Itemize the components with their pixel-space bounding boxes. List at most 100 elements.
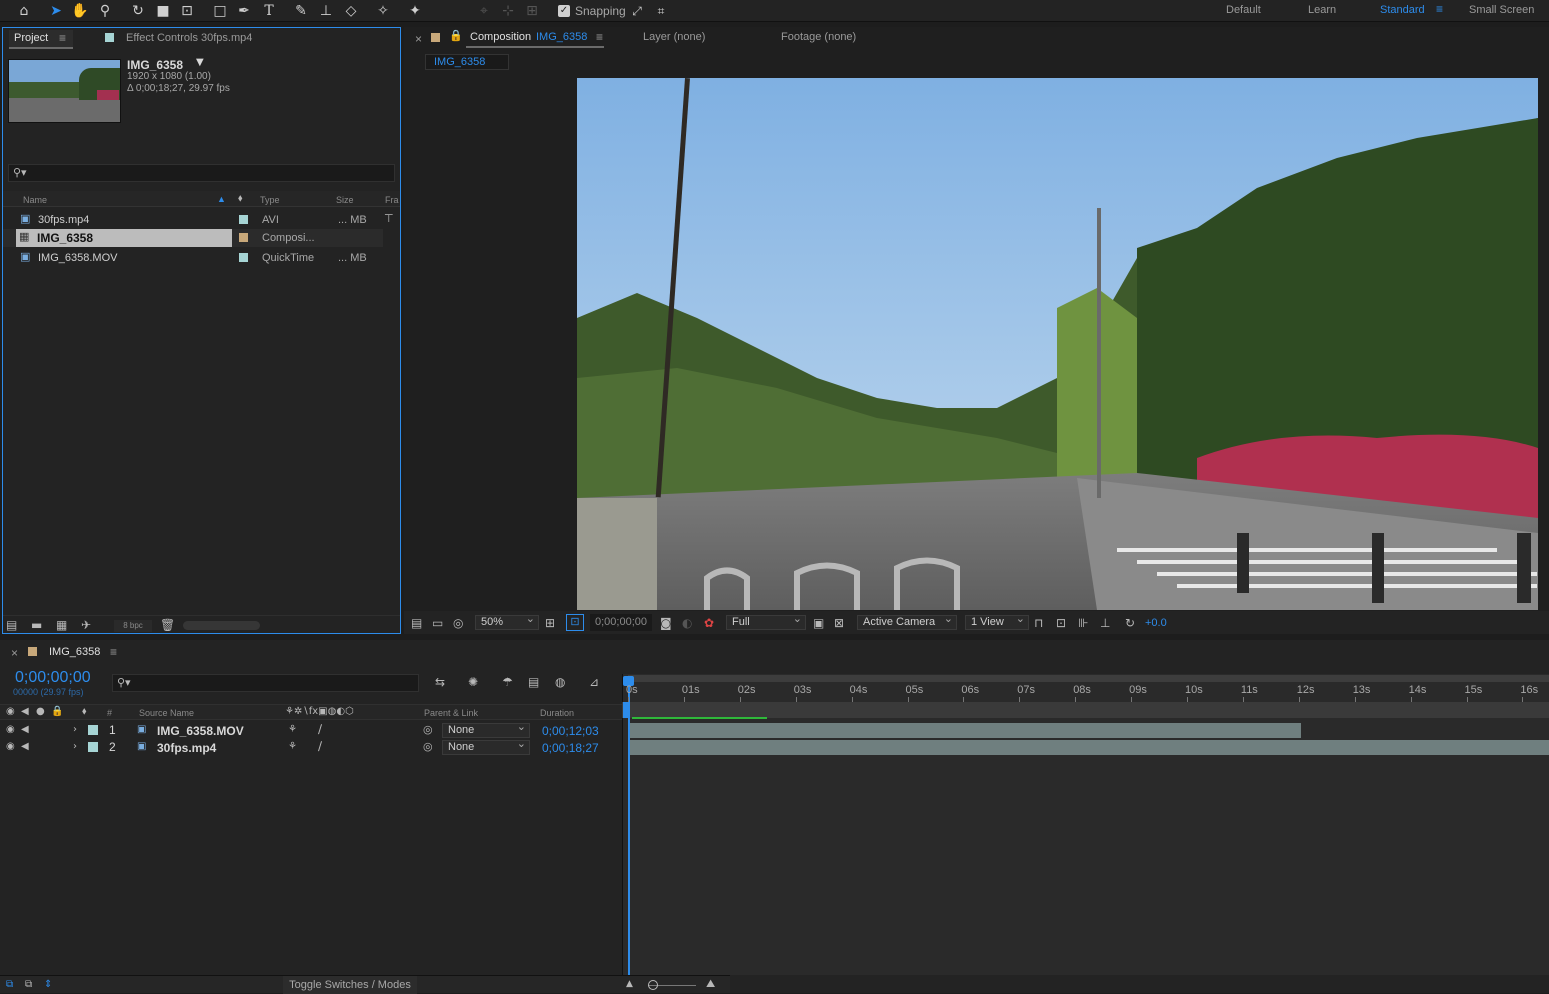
- pick-whip-icon[interactable]: ◎: [423, 723, 433, 737]
- lock-column-icon[interactable]: 🔒: [51, 705, 63, 719]
- expand-chevron-icon[interactable]: ›: [73, 723, 77, 737]
- workspace-menu-icon[interactable]: ≡: [1436, 2, 1443, 16]
- playhead[interactable]: [628, 680, 630, 975]
- project-item-row[interactable]: ▣ IMG_6358.MOV QuickTime ... MB: [3, 249, 400, 267]
- solo-icon[interactable]: ●: [36, 705, 45, 719]
- view-layout-select[interactable]: 1 View: [965, 613, 1029, 630]
- close-tab-icon[interactable]: ×: [415, 32, 422, 46]
- comp-breadcrumb[interactable]: IMG_6358: [425, 54, 509, 70]
- workspace-small-screen[interactable]: Small Screen: [1469, 4, 1534, 16]
- in-out-icon[interactable]: ⇕: [44, 978, 52, 992]
- always-preview-icon[interactable]: ▤: [411, 616, 422, 630]
- label-column-icon[interactable]: ⬧: [238, 192, 243, 206]
- layer-switches-icon[interactable]: ⧉: [6, 978, 13, 992]
- eye-icon[interactable]: ◉: [6, 740, 15, 754]
- parent-select[interactable]: None: [442, 738, 530, 755]
- snapping-checkbox[interactable]: ✓: [558, 5, 570, 17]
- brush-tool-icon[interactable]: ✎: [291, 1, 311, 21]
- layer-duration-bar[interactable]: [630, 740, 1549, 755]
- snapshot-camera-icon[interactable]: ◙: [660, 616, 672, 630]
- monitor-icon[interactable]: ▭: [432, 616, 443, 630]
- trash-icon[interactable]: 🗑: [160, 618, 175, 632]
- timeline-icon[interactable]: ⊪: [1078, 616, 1088, 630]
- tab-footage[interactable]: Footage (none): [781, 31, 856, 43]
- layer-label-swatch[interactable]: [88, 725, 98, 735]
- snap-features-icon[interactable]: ⌗: [651, 1, 671, 21]
- puppet-pin-tool-icon[interactable]: ✦: [405, 1, 425, 21]
- toggle-pixel-aspect-icon[interactable]: ⊓: [1034, 616, 1043, 630]
- workspace-learn[interactable]: Learn: [1308, 4, 1336, 16]
- parent-select[interactable]: None: [442, 721, 530, 738]
- workspace-standard[interactable]: Standard: [1380, 4, 1425, 16]
- project-item-row-selected[interactable]: ▦ IMG_6358 Composi...: [3, 229, 383, 247]
- selection-tool-icon[interactable]: ➤: [46, 1, 66, 21]
- clone-stamp-tool-icon[interactable]: ⊥: [316, 1, 336, 21]
- eye-icon[interactable]: ◉: [6, 723, 15, 737]
- col-size[interactable]: Size: [336, 195, 354, 205]
- pan-behind-tool-icon[interactable]: ⊡: [177, 1, 197, 21]
- roto-brush-tool-icon[interactable]: ✧: [373, 1, 393, 21]
- expand-chevron-icon[interactable]: ›: [73, 740, 77, 754]
- layer-duration-bar[interactable]: [630, 723, 1301, 738]
- selected-item-dropdown-icon[interactable]: ▼: [196, 57, 204, 68]
- layer-name[interactable]: IMG_6358.MOV: [157, 724, 244, 738]
- flowchart-icon[interactable]: ⊤: [384, 212, 394, 226]
- flowchart-view-icon[interactable]: ⊥: [1100, 616, 1110, 630]
- item-label-swatch[interactable]: [239, 215, 248, 224]
- graph-editor-icon[interactable]: ⊿: [589, 675, 599, 689]
- quality-switch-icon[interactable]: ∕: [318, 722, 322, 736]
- layer-duration[interactable]: 0;00;18;27: [542, 741, 599, 755]
- tab-effect-controls[interactable]: Effect Controls 30fps.mp4: [126, 32, 252, 44]
- current-time-display[interactable]: 0;00;00;00: [15, 669, 91, 687]
- comp-mini-flowchart-icon[interactable]: ⇆: [435, 675, 445, 689]
- zoom-slider-handle[interactable]: [648, 980, 658, 990]
- work-area-bar[interactable]: [628, 675, 1549, 682]
- speaker-icon[interactable]: ◀: [21, 723, 29, 737]
- zoom-in-icon[interactable]: ⛰: [706, 977, 715, 991]
- item-label-swatch[interactable]: [239, 253, 248, 262]
- work-area-start[interactable]: [623, 702, 629, 718]
- mask-visibility-icon[interactable]: ◎: [453, 616, 463, 630]
- type-tool-icon[interactable]: T: [259, 1, 279, 21]
- title-action-safe-icon[interactable]: ⊞: [545, 616, 555, 630]
- timeline-menu-icon[interactable]: ≡: [110, 645, 117, 659]
- layer-row[interactable]: ◉ ◀ › 2 ▣ 30fps.mp4 ⚘ ∕ ◎ None 0;00;18;2…: [4, 738, 622, 756]
- project-menu-icon[interactable]: ≡: [59, 31, 66, 45]
- layer-duration[interactable]: 0;00;12;03: [542, 724, 599, 738]
- new-folder-icon[interactable]: ▬: [31, 618, 42, 632]
- draft-3d-icon[interactable]: ✺: [468, 675, 478, 689]
- timeline-tab-name[interactable]: IMG_6358: [49, 646, 100, 658]
- reset-exposure-icon[interactable]: ↻: [1125, 616, 1135, 630]
- layer-label-swatch[interactable]: [88, 742, 98, 752]
- snap-edges-icon[interactable]: ⤢: [627, 1, 647, 21]
- pen-tool-icon[interactable]: ✒: [234, 1, 254, 21]
- close-timeline-icon[interactable]: ×: [11, 646, 18, 660]
- channel-rgb-icon[interactable]: ✿: [704, 616, 714, 630]
- label-column-icon[interactable]: ⬧: [82, 705, 87, 719]
- project-item-row[interactable]: ▣ 30fps.mp4 AVI ... MB ⊤: [3, 211, 400, 229]
- hand-tool-icon[interactable]: ✋: [70, 1, 90, 21]
- fast-previews-icon[interactable]: ⊡: [1056, 616, 1066, 630]
- region-of-interest-icon[interactable]: ▣: [813, 616, 824, 630]
- zoom-tool-icon[interactable]: ⚲: [95, 1, 115, 21]
- item-label-swatch[interactable]: [239, 233, 248, 242]
- video-visibility-icon[interactable]: ◉: [6, 705, 15, 719]
- thumbnail-scroll[interactable]: [183, 621, 260, 630]
- toggle-switches-modes[interactable]: Toggle Switches / Modes: [283, 976, 417, 994]
- eraser-tool-icon[interactable]: ◇: [341, 1, 361, 21]
- audio-icon[interactable]: ◀: [21, 705, 29, 719]
- local-axis-icon[interactable]: ⌖: [474, 1, 494, 21]
- camera-tool-icon[interactable]: ■: [153, 1, 173, 21]
- camera-view-select[interactable]: Active Camera: [857, 613, 957, 630]
- workspace-default[interactable]: Default: [1226, 4, 1261, 16]
- interpret-footage-icon[interactable]: ▤: [6, 618, 17, 632]
- composition-viewer[interactable]: [577, 78, 1538, 610]
- pick-whip-icon[interactable]: ◎: [423, 740, 433, 754]
- motion-blur-icon[interactable]: ◍: [555, 675, 565, 689]
- zoom-out-icon[interactable]: ▲: [626, 977, 633, 991]
- col-duration[interactable]: Duration: [540, 708, 574, 718]
- rectangle-tool-icon[interactable]: □: [210, 1, 230, 21]
- timeline-graph-area[interactable]: [622, 674, 1549, 975]
- transparency-grid-icon[interactable]: ⊡: [566, 614, 584, 631]
- col-name[interactable]: Name: [23, 195, 47, 205]
